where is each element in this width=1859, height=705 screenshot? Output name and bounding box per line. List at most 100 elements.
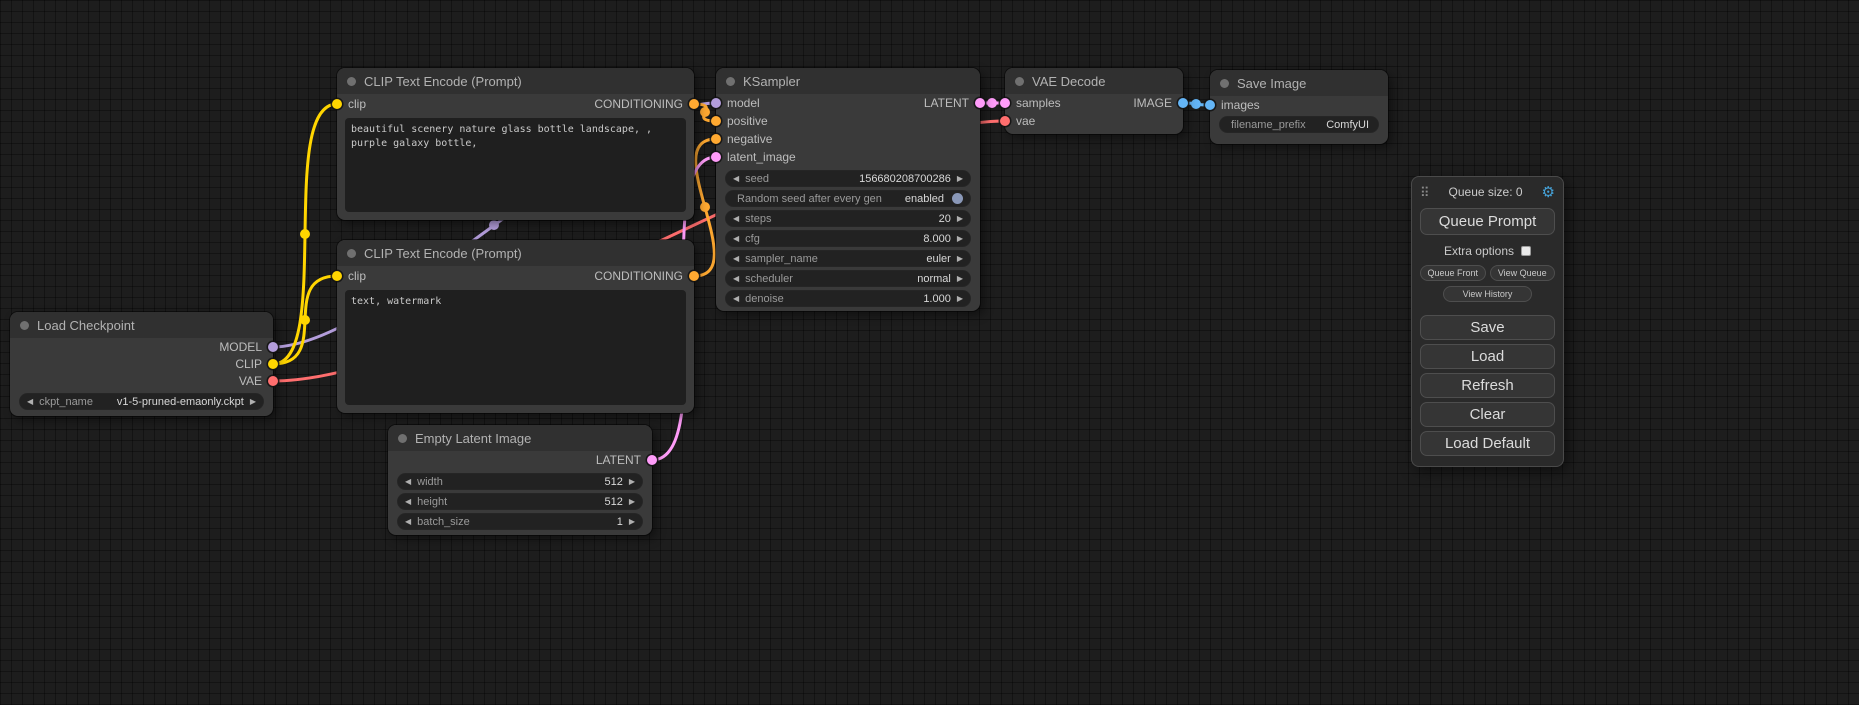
load-default-button[interactable]: Load Default xyxy=(1420,431,1555,456)
increment-arrow-icon[interactable] xyxy=(957,215,963,223)
positive-prompt-textarea[interactable]: beautiful scenery nature glass bottle la… xyxy=(345,118,686,212)
node-ksampler[interactable]: KSampler model LATENT positive negative … xyxy=(716,68,980,311)
node-title-bar[interactable]: VAE Decode xyxy=(1005,68,1183,94)
increment-arrow-icon[interactable] xyxy=(957,175,963,183)
conditioning-output-slot[interactable] xyxy=(689,99,699,109)
node-title: Load Checkpoint xyxy=(37,318,135,333)
load-button[interactable]: Load xyxy=(1420,344,1555,369)
queue-prompt-button[interactable]: Queue Prompt xyxy=(1420,208,1555,235)
clip-input-slot[interactable] xyxy=(332,271,342,281)
increment-arrow-icon[interactable] xyxy=(957,255,963,263)
cfg-widget[interactable]: cfg 8.000 xyxy=(726,231,970,246)
negative-input-slot[interactable] xyxy=(711,134,721,144)
widget-value: 512 xyxy=(604,496,622,508)
latent-output-slot[interactable] xyxy=(647,455,657,465)
collapse-dot-icon[interactable] xyxy=(1015,77,1024,86)
latent-image-input-slot[interactable] xyxy=(711,152,721,162)
slot-label: MODEL xyxy=(219,340,262,354)
samples-input-slot[interactable] xyxy=(1000,98,1010,108)
collapse-dot-icon[interactable] xyxy=(347,249,356,258)
increment-arrow-icon[interactable] xyxy=(957,295,963,303)
height-widget[interactable]: height 512 xyxy=(398,494,642,509)
collapse-dot-icon[interactable] xyxy=(347,77,356,86)
decrement-arrow-icon[interactable] xyxy=(733,175,739,183)
increment-arrow-icon[interactable] xyxy=(629,518,635,526)
decrement-arrow-icon[interactable] xyxy=(405,498,411,506)
node-title-bar[interactable]: Empty Latent Image xyxy=(388,425,652,451)
decrement-arrow-icon[interactable] xyxy=(27,398,33,406)
node-save-image[interactable]: Save Image images filename_prefix ComfyU… xyxy=(1210,70,1388,144)
width-widget[interactable]: width 512 xyxy=(398,474,642,489)
node-title-bar[interactable]: CLIP Text Encode (Prompt) xyxy=(337,240,694,266)
slot-label: VAE xyxy=(239,374,262,388)
increment-arrow-icon[interactable] xyxy=(957,235,963,243)
node-clip-text-encode-negative[interactable]: CLIP Text Encode (Prompt) clip CONDITION… xyxy=(337,240,694,413)
widget-label: batch_size xyxy=(417,516,470,528)
decrement-arrow-icon[interactable] xyxy=(733,255,739,263)
node-title-bar[interactable]: Save Image xyxy=(1210,70,1388,96)
node-title: Empty Latent Image xyxy=(415,431,531,446)
increment-arrow-icon[interactable] xyxy=(629,498,635,506)
link-midpoint-dot xyxy=(300,229,310,239)
decrement-arrow-icon[interactable] xyxy=(733,295,739,303)
collapse-dot-icon[interactable] xyxy=(20,321,29,330)
toggle-knob-icon[interactable] xyxy=(952,193,963,204)
view-history-button[interactable]: View History xyxy=(1443,286,1532,302)
image-output-slot[interactable] xyxy=(1178,98,1188,108)
clip-input-slot[interactable] xyxy=(332,99,342,109)
clip-output-slot[interactable] xyxy=(268,359,278,369)
decrement-arrow-icon[interactable] xyxy=(733,275,739,283)
widget-value: ComfyUI xyxy=(1326,119,1369,131)
denoise-widget[interactable]: denoise 1.000 xyxy=(726,291,970,306)
collapse-dot-icon[interactable] xyxy=(726,77,735,86)
ckpt-name-widget[interactable]: ckpt_name v1-5-pruned-emaonly.ckpt xyxy=(20,394,263,409)
random-seed-toggle-widget[interactable]: Random seed after every gen enabled xyxy=(726,191,970,206)
slot-label: CONDITIONING xyxy=(594,269,683,283)
images-input-slot[interactable] xyxy=(1205,100,1215,110)
decrement-arrow-icon[interactable] xyxy=(733,215,739,223)
settings-gear-icon[interactable]: ⚙ xyxy=(1542,185,1555,200)
link-midpoint-dot xyxy=(700,202,710,212)
slot-label: negative xyxy=(727,132,772,146)
positive-input-slot[interactable] xyxy=(711,116,721,126)
decrement-arrow-icon[interactable] xyxy=(405,478,411,486)
collapse-dot-icon[interactable] xyxy=(398,434,407,443)
queue-front-button[interactable]: Queue Front xyxy=(1420,265,1486,281)
model-input-slot[interactable] xyxy=(711,98,721,108)
scheduler-widget[interactable]: scheduler normal xyxy=(726,271,970,286)
increment-arrow-icon[interactable] xyxy=(629,478,635,486)
node-vae-decode[interactable]: VAE Decode samples IMAGE vae xyxy=(1005,68,1183,134)
collapse-dot-icon[interactable] xyxy=(1220,79,1229,88)
vae-output-slot[interactable] xyxy=(268,376,278,386)
model-output-slot[interactable] xyxy=(268,342,278,352)
widget-label: seed xyxy=(745,173,769,185)
widget-label: sampler_name xyxy=(745,253,818,265)
increment-arrow-icon[interactable] xyxy=(250,398,256,406)
decrement-arrow-icon[interactable] xyxy=(405,518,411,526)
decrement-arrow-icon[interactable] xyxy=(733,235,739,243)
node-title-bar[interactable]: KSampler xyxy=(716,68,980,94)
node-empty-latent-image[interactable]: Empty Latent Image LATENT width 512 heig… xyxy=(388,425,652,535)
extra-options-checkbox[interactable] xyxy=(1521,246,1531,256)
latent-output-slot[interactable] xyxy=(975,98,985,108)
negative-prompt-textarea[interactable]: text, watermark xyxy=(345,290,686,405)
increment-arrow-icon[interactable] xyxy=(957,275,963,283)
node-canvas[interactable]: Load Checkpoint MODEL CLIP VAE ckpt_name… xyxy=(0,0,1859,705)
sampler-name-widget[interactable]: sampler_name euler xyxy=(726,251,970,266)
refresh-button[interactable]: Refresh xyxy=(1420,373,1555,398)
node-title-bar[interactable]: CLIP Text Encode (Prompt) xyxy=(337,68,694,94)
node-title-bar[interactable]: Load Checkpoint xyxy=(10,312,273,338)
steps-widget[interactable]: steps 20 xyxy=(726,211,970,226)
filename-prefix-widget[interactable]: filename_prefix ComfyUI xyxy=(1220,117,1378,132)
clear-button[interactable]: Clear xyxy=(1420,402,1555,427)
view-queue-button[interactable]: View Queue xyxy=(1490,265,1556,281)
vae-input-slot[interactable] xyxy=(1000,116,1010,126)
queue-panel: ⠿ Queue size: 0 ⚙ Queue Prompt Extra opt… xyxy=(1411,176,1564,467)
batch-size-widget[interactable]: batch_size 1 xyxy=(398,514,642,529)
conditioning-output-slot[interactable] xyxy=(689,271,699,281)
seed-widget[interactable]: seed 156680208700286 xyxy=(726,171,970,186)
drag-handle[interactable]: ⠿ xyxy=(1420,186,1430,199)
save-button[interactable]: Save xyxy=(1420,315,1555,340)
node-clip-text-encode-positive[interactable]: CLIP Text Encode (Prompt) clip CONDITION… xyxy=(337,68,694,220)
node-load-checkpoint[interactable]: Load Checkpoint MODEL CLIP VAE ckpt_name… xyxy=(10,312,273,416)
